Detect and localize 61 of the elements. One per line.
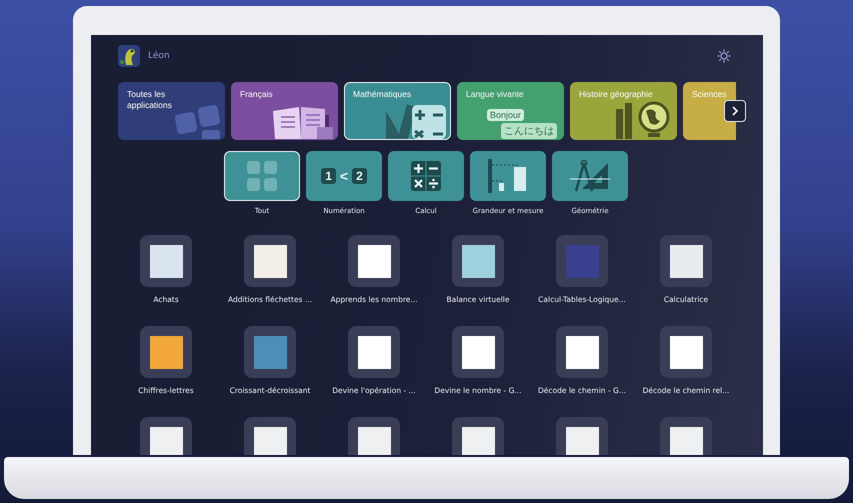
category-card[interactable]: Toutes les applications — [118, 82, 225, 140]
app-tile[interactable] — [452, 417, 504, 455]
category-card[interactable]: Mathématiques — [344, 82, 451, 140]
chevron-right-icon — [731, 106, 739, 116]
app-tile[interactable] — [348, 417, 400, 455]
subcategory-tile[interactable] — [470, 151, 546, 201]
app-tile[interactable] — [556, 235, 608, 287]
app-tile[interactable] — [452, 235, 504, 287]
app-screenshot-placeholder — [150, 426, 182, 455]
app-screenshot-placeholder — [566, 426, 598, 455]
category-card[interactable]: Français — [231, 82, 338, 140]
app-tile[interactable] — [244, 235, 296, 287]
category-card[interactable]: Langue vivante Bonjour こんにちは — [457, 82, 564, 140]
app-tile[interactable] — [348, 235, 400, 287]
app-screenshot-placeholder — [462, 336, 494, 368]
app-screenshot-placeholder — [670, 426, 702, 455]
app-screenshot-placeholder — [462, 244, 494, 278]
app-tile[interactable] — [348, 326, 400, 378]
app-tile[interactable] — [140, 417, 192, 455]
app-tile[interactable] — [556, 417, 608, 455]
subcategory-tile[interactable] — [388, 151, 464, 201]
app-screenshot-placeholder — [358, 336, 390, 368]
app-screenshot-placeholder — [358, 426, 390, 455]
next-arrow-button[interactable] — [724, 100, 746, 122]
digit: 2 — [352, 168, 367, 184]
app-screenshot-placeholder — [254, 336, 286, 368]
less-than-sign: < — [340, 168, 348, 184]
grid-icon — [247, 161, 277, 191]
user-name: Léon — [148, 51, 170, 61]
app-tile[interactable] — [556, 326, 608, 378]
compass-and-set-square-icon — [568, 159, 612, 193]
app-screenshot-placeholder — [150, 336, 182, 368]
app-tile[interactable] — [660, 235, 712, 287]
app-screenshot-placeholder — [150, 244, 182, 278]
app-tile[interactable] — [660, 417, 712, 455]
subcategory-tile[interactable] — [224, 151, 300, 201]
speech-bubble: Bonjour — [487, 109, 524, 121]
app-tile[interactable] — [140, 235, 192, 287]
ruler-and-operators-icon — [384, 103, 448, 139]
tiles-icon — [172, 103, 222, 139]
app-tile[interactable] — [452, 326, 504, 378]
app-screenshot-placeholder — [254, 426, 286, 455]
app-screenshot-placeholder — [670, 244, 702, 278]
app-screenshot-placeholder — [566, 244, 598, 278]
app-screenshot-placeholder — [462, 426, 494, 455]
app-screenshot-placeholder — [566, 336, 598, 368]
app-tile[interactable] — [140, 326, 192, 378]
speech-bubble: こんにちは — [501, 123, 557, 139]
app-screenshot-placeholder — [254, 244, 286, 278]
app-tile[interactable] — [244, 417, 296, 455]
app-tile[interactable] — [244, 326, 296, 378]
digit: 1 — [321, 168, 336, 184]
subcategory-tile[interactable] — [552, 151, 628, 201]
app-screenshot-placeholder — [670, 336, 702, 368]
settings-icon[interactable] — [717, 49, 731, 63]
operators-icon — [411, 161, 441, 191]
subcategory-tile[interactable]: 1 < 2 — [306, 151, 382, 201]
category-card[interactable]: Histoire géographie — [570, 82, 677, 140]
lizard-avatar-icon — [118, 45, 140, 67]
app-tile[interactable] — [660, 326, 712, 378]
app-screenshot-placeholder — [358, 244, 390, 278]
